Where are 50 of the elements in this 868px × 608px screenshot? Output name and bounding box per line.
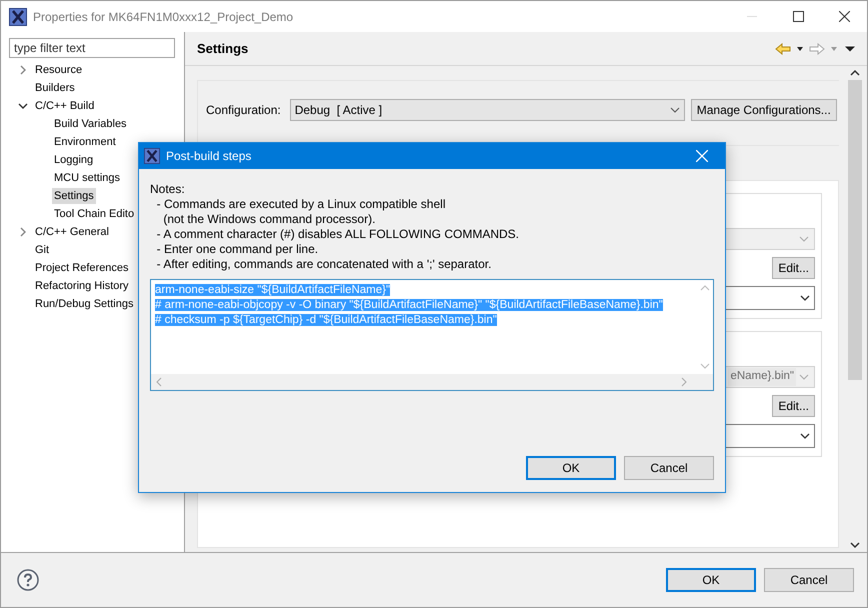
chevron-down-icon (800, 433, 810, 439)
scroll-up-icon[interactable] (850, 69, 860, 77)
tree-item[interactable]: Refactoring History (33, 278, 131, 294)
tree-item[interactable]: Build Variables (52, 116, 129, 132)
app-icon (9, 8, 27, 26)
tree-item[interactable]: Builders (33, 80, 77, 96)
tree-item[interactable]: Run/Debug Settings (33, 296, 136, 312)
dropdown[interactable] (725, 424, 815, 448)
scroll-left-icon[interactable] (155, 377, 162, 387)
dialog-button[interactable]: Cancel (624, 456, 714, 480)
app-icon (144, 148, 160, 164)
tree-item[interactable]: Environment (52, 134, 118, 150)
tree-item[interactable]: C/C++ Build (33, 98, 96, 114)
dropdown[interactable] (725, 286, 815, 310)
combo-box[interactable]: eName}.bin" (725, 366, 815, 388)
close-icon (696, 150, 708, 162)
minimize-icon (747, 16, 757, 18)
tree-item[interactable]: Project References (33, 260, 131, 276)
chevron-down-icon (800, 295, 810, 301)
dialog-button[interactable]: OK (666, 568, 756, 592)
tree-item[interactable]: C/C++ General (33, 224, 111, 240)
close-icon (838, 11, 850, 22)
filter-field[interactable]: type filter text (9, 38, 175, 58)
tree-item[interactable]: MCU settings (52, 170, 122, 186)
tree-item[interactable]: Tool Chain Edito (52, 206, 136, 222)
configuration-dropdown[interactable]: Debug [ Active ] (290, 99, 685, 121)
chevron-down-icon (799, 236, 809, 242)
dialog-button[interactable]: OK (526, 456, 616, 480)
tree-item[interactable]: Logging (52, 152, 96, 168)
manage-configurations-button[interactable]: Manage Configurations... (690, 99, 837, 121)
tree-item[interactable]: Settings (52, 188, 96, 204)
tree-item[interactable]: Git (33, 242, 52, 258)
dialog-button[interactable]: Cancel (764, 568, 854, 592)
dropdown-icon[interactable] (794, 46, 806, 52)
chevron-down-icon (799, 374, 809, 380)
maximize-icon (792, 11, 804, 22)
commands-field[interactable] (150, 279, 714, 391)
window-title: Properties for MK64FN1M0xxx12_Project_Demo (33, 8, 294, 26)
notes-text: Notes: - Commands are executed by a Linux compatible shell (not the Windows command processor). - A comment character (#) disables ALL FOLLOWING COMMANDS. - Enter one command per line. - After editing, commands are concatenated with a ';' separator. (150, 182, 519, 272)
scroll-right-icon[interactable] (681, 377, 688, 387)
dialog-title: Post-build steps (166, 148, 252, 165)
edit-button[interactable]: Edit... (772, 257, 815, 279)
menu-icon[interactable] (843, 46, 857, 52)
chevron-down-icon (670, 107, 680, 113)
tree-item[interactable]: Resource (33, 62, 84, 78)
page-title: Settings (197, 40, 250, 58)
help-icon[interactable] (17, 569, 39, 591)
scroll-down-icon[interactable] (850, 541, 860, 549)
edit-button[interactable]: Edit... (772, 395, 815, 417)
configuration-label: Configuration: (206, 102, 281, 119)
